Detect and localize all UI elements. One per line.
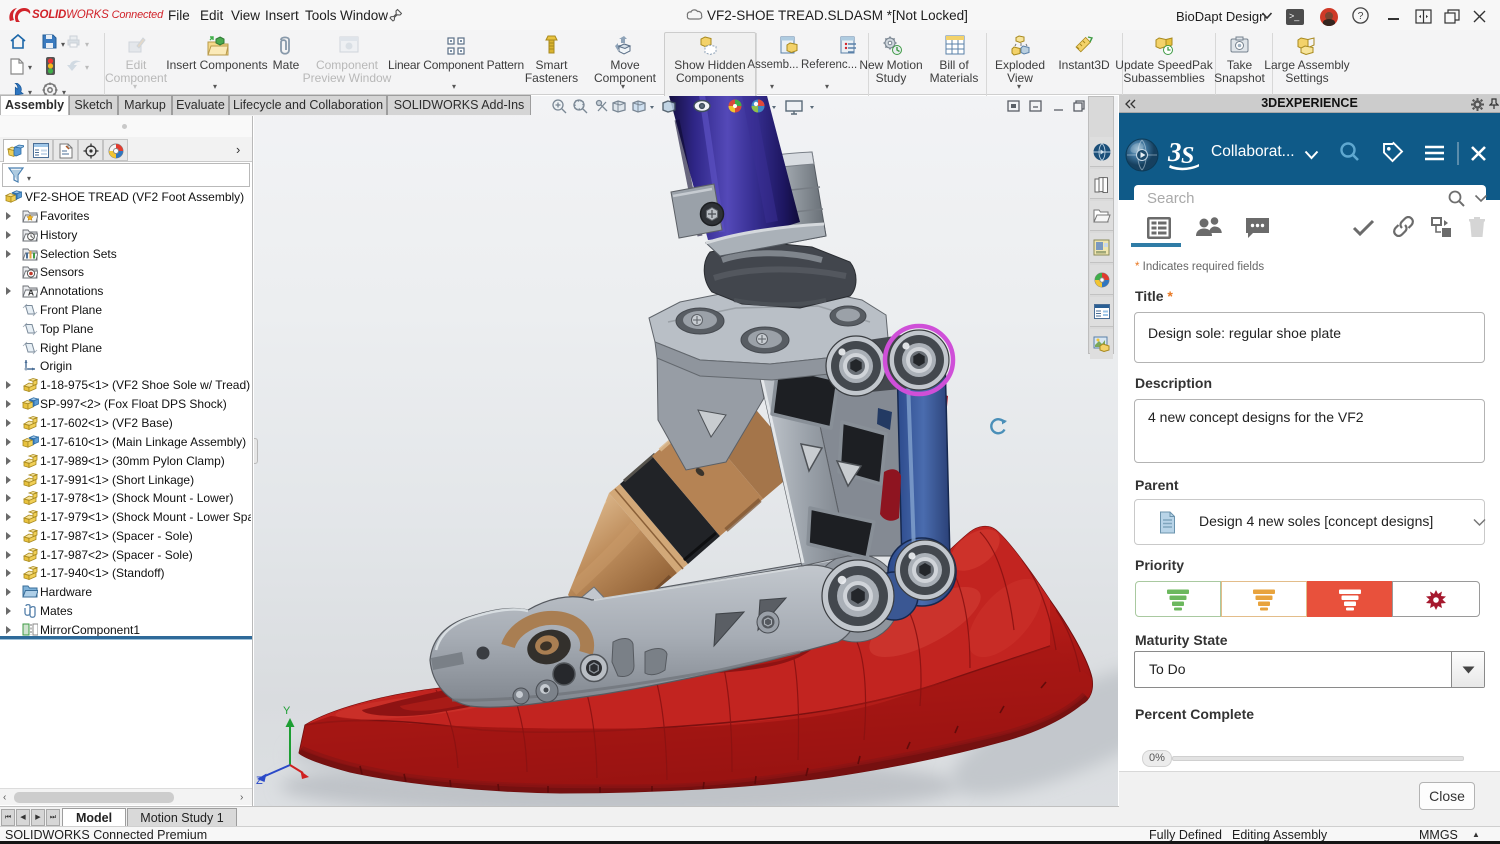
svg-text:A: A xyxy=(28,288,34,298)
svg-text:Y: Y xyxy=(283,705,291,717)
svg-text:3: 3 xyxy=(1167,137,1182,167)
svg-text:?: ? xyxy=(1358,10,1364,22)
svg-text:S: S xyxy=(1181,143,1194,169)
svg-text:Z: Z xyxy=(256,775,263,787)
